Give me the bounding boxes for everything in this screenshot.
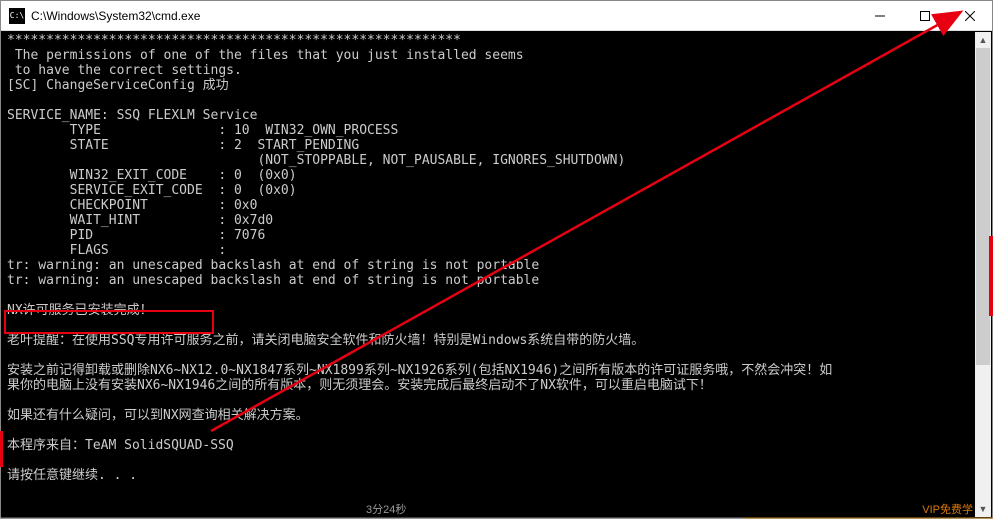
terminal-line: 果你的电脑上没有安装NX6~NX1946之间的所有版本，则无须理会。安装完成后最… — [7, 378, 986, 393]
edge-marker-right — [989, 236, 993, 316]
terminal-line: 安装之前记得卸载或删除NX6~NX12.0~NX1847系列~NX1899系列~… — [7, 363, 986, 378]
maximize-button[interactable] — [902, 1, 947, 30]
cmd-icon: C:\ — [9, 8, 25, 24]
cmd-window: C:\ C:\Windows\System32\cmd.exe ********… — [0, 0, 993, 519]
terminal-line: CHECKPOINT : 0x0 — [7, 198, 986, 213]
background-time-label: 3分24秒 — [366, 501, 406, 517]
close-button[interactable] — [947, 1, 992, 30]
terminal-line: to have the correct settings. — [7, 63, 986, 78]
terminal-line — [7, 288, 986, 303]
terminal-output[interactable]: ****************************************… — [1, 31, 992, 518]
terminal-line: NX许可服务已安装完成！ — [7, 303, 986, 318]
terminal-line: tr: warning: an unescaped backslash at e… — [7, 258, 986, 273]
terminal-line — [7, 423, 986, 438]
terminal-line: WIN32_EXIT_CODE : 0 (0x0) — [7, 168, 986, 183]
terminal-line — [7, 348, 986, 363]
terminal-line: [SC] ChangeServiceConfig 成功 — [7, 78, 986, 93]
terminal-line: 请按任意键继续. . . — [7, 468, 986, 483]
terminal-line: FLAGS : — [7, 243, 986, 258]
minimize-button[interactable] — [857, 1, 902, 30]
close-icon — [965, 11, 975, 21]
window-title: C:\Windows\System32\cmd.exe — [31, 9, 857, 23]
terminal-line: tr: warning: an unescaped backslash at e… — [7, 273, 986, 288]
maximize-icon — [920, 11, 930, 21]
terminal-line: 如果还有什么疑问，可以到NX网查询相关解决方案。 — [7, 408, 986, 423]
terminal-line: PID : 7076 — [7, 228, 986, 243]
terminal-line: WAIT_HINT : 0x7d0 — [7, 213, 986, 228]
terminal-line: 老叶提醒：在使用SSQ专用许可服务之前，请关闭电脑安全软件和防火墙！特别是Win… — [7, 333, 986, 348]
scroll-down-arrow-icon[interactable]: ▼ — [975, 501, 991, 517]
terminal-line: SERVICE_EXIT_CODE : 0 (0x0) — [7, 183, 986, 198]
titlebar[interactable]: C:\ C:\Windows\System32\cmd.exe — [1, 1, 992, 31]
terminal-line — [7, 318, 986, 333]
terminal-line: SERVICE_NAME: SSQ FLEXLM Service — [7, 108, 986, 123]
terminal-line: TYPE : 10 WIN32_OWN_PROCESS — [7, 123, 986, 138]
terminal-line — [7, 393, 986, 408]
terminal-line: STATE : 2 START_PENDING — [7, 138, 986, 153]
scroll-thumb[interactable] — [976, 48, 990, 365]
terminal-line: (NOT_STOPPABLE, NOT_PAUSABLE, IGNORES_SH… — [7, 153, 986, 168]
minimize-icon — [875, 11, 885, 21]
terminal-line — [7, 453, 986, 468]
scroll-up-arrow-icon[interactable]: ▲ — [975, 32, 991, 48]
terminal-line: ****************************************… — [7, 33, 986, 48]
terminal-line — [7, 93, 986, 108]
edge-marker-left — [0, 431, 3, 467]
background-vip-label: VIP免费学 — [922, 501, 973, 517]
terminal-line: 本程序来自：TeAM SolidSQUAD-SSQ — [7, 438, 986, 453]
terminal-line: The permissions of one of the files that… — [7, 48, 986, 63]
window-controls — [857, 1, 992, 30]
